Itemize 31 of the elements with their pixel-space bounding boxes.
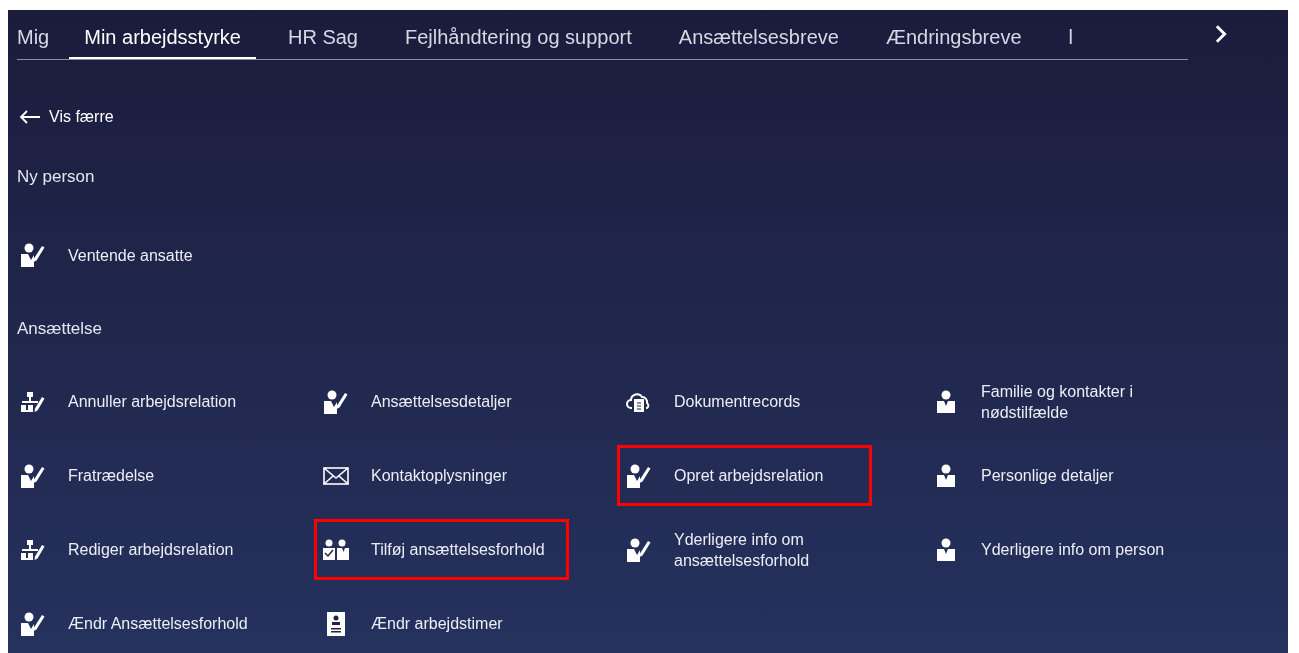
person-pencil-icon: [323, 388, 349, 415]
section-heading: Ny person: [17, 166, 95, 188]
tab[interactable]: l: [1053, 10, 1088, 59]
menu-item[interactable]: Fratrædelse: [11, 445, 266, 506]
menu-item[interactable]: Ændr arbejdstimer: [314, 593, 569, 653]
menu-item[interactable]: Dokumentrecords: [617, 371, 872, 432]
person-pencil-icon: [626, 462, 652, 489]
person-pencil-icon: [20, 462, 46, 489]
back-link[interactable]: Vis færre: [19, 105, 114, 129]
menu-item[interactable]: Rediger arbejdsrelation: [11, 519, 266, 580]
menu-item[interactable]: Yderligere info om person: [924, 519, 1224, 580]
menu-item[interactable]: Personlige detaljer: [924, 445, 1224, 506]
menu-item[interactable]: Ændr Ansættelsesforhold: [11, 593, 266, 653]
arrow-left-icon: [19, 110, 41, 124]
menu-item[interactable]: Ventende ansatte: [11, 224, 266, 286]
menu-item[interactable]: Tilføj ansættelsesforhold: [314, 519, 569, 580]
tab[interactable]: Ændringsbreve: [870, 10, 1037, 59]
menu-item[interactable]: Opret arbejdsrelation: [617, 445, 872, 506]
menu-item[interactable]: Annuller arbejdsrelation: [11, 371, 266, 432]
menu-item[interactable]: Yderligere info om ansættelsesforhold: [617, 519, 872, 580]
section-heading: Ansættelse: [17, 317, 103, 340]
tab[interactable]: HR Sag: [272, 10, 373, 59]
tab[interactable]: Fejlhåndtering og support: [390, 10, 647, 59]
menu-item[interactable]: Kontaktoplysninger: [314, 445, 569, 506]
menu-item[interactable]: Ansættelsesdetaljer: [314, 371, 569, 432]
menu-item[interactable]: Familie og kontakter i nødstilfælde: [924, 371, 1224, 432]
tab[interactable]: Ansættelsesbreve: [663, 10, 854, 59]
tab[interactable]: Min arbejdsstyrke: [69, 10, 256, 59]
person-pencil-icon: [20, 610, 46, 637]
person-pencil-icon: [20, 242, 46, 268]
person-pencil-icon: [626, 536, 652, 563]
